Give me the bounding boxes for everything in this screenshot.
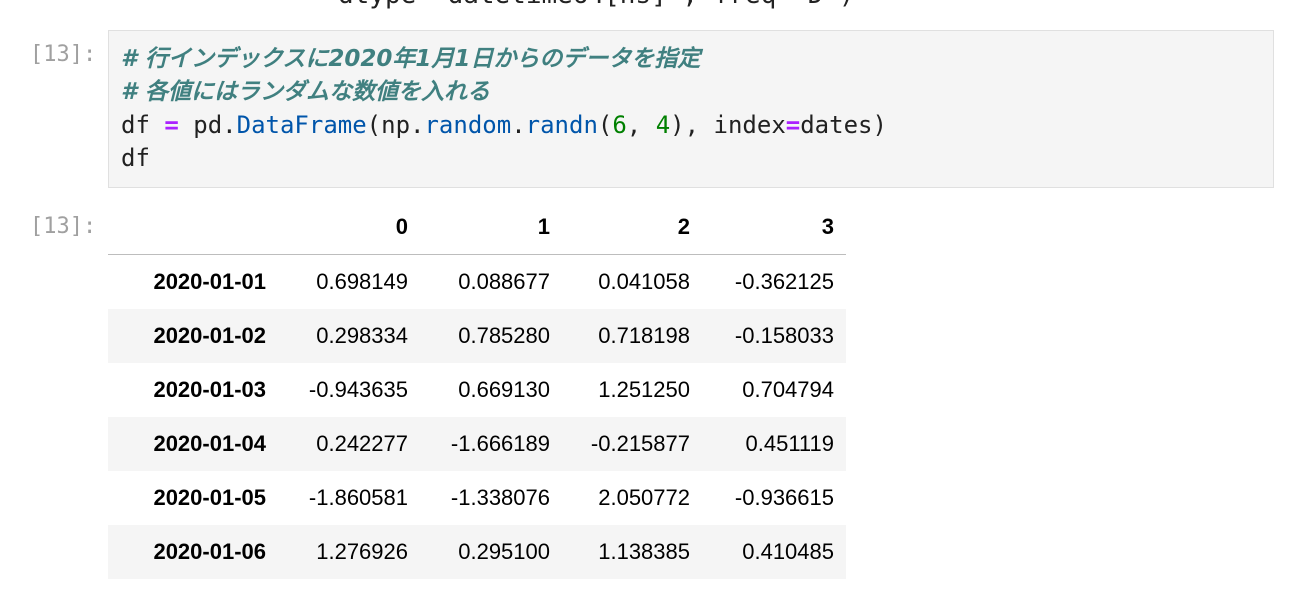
table-row: 2020-01-05 -1.860581 -1.338076 2.050772 … bbox=[108, 471, 846, 525]
table-cell: -1.666189 bbox=[450, 431, 550, 456]
code-arg: dates bbox=[800, 111, 873, 139]
table-row: 2020-01-06 1.276926 0.295100 1.138385 0.… bbox=[108, 525, 846, 579]
row-index: 2020-01-03 bbox=[153, 377, 266, 402]
table-cell: 1.138385 bbox=[598, 539, 690, 564]
code-comment-line-1: # 行インデックスに2020年1月1日からのデータを指定 bbox=[121, 46, 701, 72]
row-index: 2020-01-01 bbox=[153, 269, 266, 294]
code-operator: = bbox=[164, 111, 179, 139]
column-header: 1 bbox=[420, 200, 562, 255]
table-cell: -0.362125 bbox=[734, 269, 834, 294]
table-cell: -1.338076 bbox=[450, 485, 550, 510]
code-keyword-arg: index bbox=[713, 111, 786, 139]
row-index: 2020-01-05 bbox=[153, 485, 266, 510]
column-header: 2 bbox=[562, 200, 702, 255]
table-header-row: 0 1 2 3 bbox=[108, 200, 846, 255]
code-dot: . bbox=[410, 111, 425, 139]
code-operator: = bbox=[785, 111, 801, 139]
table-cell: 1.251250 bbox=[598, 377, 690, 402]
code-dot: . bbox=[511, 111, 526, 139]
code-function: randn bbox=[525, 111, 598, 139]
table-cell: -0.943635 bbox=[308, 377, 408, 402]
row-index: 2020-01-06 bbox=[153, 539, 266, 564]
index-header bbox=[108, 200, 278, 255]
code-attr: random bbox=[424, 111, 512, 139]
row-index: 2020-01-02 bbox=[153, 323, 266, 348]
row-index: 2020-01-04 bbox=[153, 431, 266, 456]
input-prompt: [13]: bbox=[30, 42, 97, 67]
table-row: 2020-01-03 -0.943635 0.669130 1.251250 0… bbox=[108, 363, 846, 417]
table-row: 2020-01-04 0.242277 -1.666189 -0.215877 … bbox=[108, 417, 846, 471]
code-class: DataFrame bbox=[236, 111, 367, 139]
code-comment-line-2: # 各値にはランダムな数値を入れる bbox=[121, 79, 491, 105]
table-cell: 0.088677 bbox=[458, 269, 550, 294]
code-var: df bbox=[121, 111, 150, 139]
table-cell: 0.785280 bbox=[458, 323, 550, 348]
previous-cell-output: dtype='datetime64[ns]', freq='D') bbox=[338, 0, 855, 10]
dataframe-table: 0 1 2 3 2020-01-01 0.698149 0.088677 0.0… bbox=[108, 200, 846, 579]
code-number: 4 bbox=[655, 111, 671, 139]
table-cell: -1.860581 bbox=[308, 485, 408, 510]
code-comma: , bbox=[626, 111, 642, 139]
table-cell: 0.298334 bbox=[316, 323, 408, 348]
code-number: 6 bbox=[612, 111, 627, 139]
code-paren: ( bbox=[597, 111, 613, 139]
code-paren: ( bbox=[366, 111, 382, 139]
table-cell: 0.718198 bbox=[598, 323, 690, 348]
column-header: 3 bbox=[702, 200, 846, 255]
table-cell: 0.698149 bbox=[316, 269, 408, 294]
column-header: 0 bbox=[278, 200, 420, 255]
table-cell: -0.215877 bbox=[590, 431, 690, 456]
code-paren: ) bbox=[872, 111, 887, 139]
table-cell: 0.451119 bbox=[745, 431, 835, 456]
table-cell: 0.242277 bbox=[316, 431, 408, 456]
table-cell: 0.704794 bbox=[742, 377, 834, 402]
table-row: 2020-01-01 0.698149 0.088677 0.041058 -0… bbox=[108, 254, 846, 309]
code-line-4: df bbox=[121, 144, 150, 172]
code-paren: ), bbox=[670, 111, 700, 139]
table-cell: 0.669130 bbox=[458, 377, 550, 402]
table-cell: -0.936615 bbox=[734, 485, 834, 510]
code-dot: . bbox=[222, 111, 237, 139]
code-cell-input[interactable]: # 行インデックスに2020年1月1日からのデータを指定 # 各値にはランダムな… bbox=[108, 30, 1274, 188]
table-cell: -0.158033 bbox=[734, 323, 834, 348]
table-cell: 0.410485 bbox=[742, 539, 834, 564]
code-module: np bbox=[381, 111, 411, 139]
table-cell: 1.276926 bbox=[316, 539, 408, 564]
table-cell: 0.295100 bbox=[458, 539, 550, 564]
table-cell: 0.041058 bbox=[598, 269, 690, 294]
table-row: 2020-01-02 0.298334 0.785280 0.718198 -0… bbox=[108, 309, 846, 363]
code-line-3: df = pd.DataFrame(np.random.randn(6, 4),… bbox=[121, 109, 1273, 142]
table-cell: 2.050772 bbox=[598, 485, 690, 510]
output-prompt: [13]: bbox=[30, 214, 97, 239]
code-module: pd bbox=[193, 111, 223, 139]
